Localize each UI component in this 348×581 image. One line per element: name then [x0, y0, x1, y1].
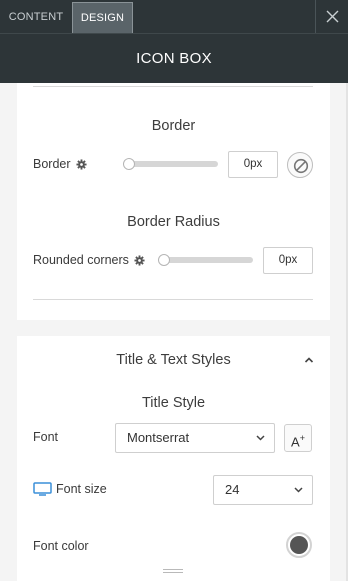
chevron-down-icon: [256, 435, 265, 441]
border-slider[interactable]: [123, 158, 218, 170]
divider: [33, 86, 313, 87]
border-label: Border: [33, 157, 71, 171]
title-text-section-title[interactable]: Title & Text Styles: [17, 352, 330, 368]
font-size-label-row: Font size: [33, 482, 107, 496]
rounded-slider[interactable]: [158, 254, 253, 266]
chevron-down-icon: [294, 487, 303, 493]
font-color-label: Font color: [33, 539, 89, 553]
border-card: Border Border 0px Border Radius Rounded …: [17, 83, 330, 320]
divider: [33, 299, 313, 300]
font-options-label: A: [291, 434, 300, 450]
border-slider-handle[interactable]: [123, 158, 135, 170]
font-size-value: 24: [225, 482, 240, 497]
chevron-up-icon[interactable]: [304, 356, 314, 364]
font-color-fill: [290, 536, 308, 554]
title-style-subtitle: Title Style: [141, 395, 206, 411]
font-select-value: Montserrat: [127, 430, 190, 445]
no-entry-icon: [293, 158, 309, 174]
font-select[interactable]: Montserrat: [115, 423, 275, 453]
gear-icon[interactable]: [75, 159, 87, 170]
panel-title: ICON BOX: [136, 50, 212, 67]
rounded-value-input[interactable]: 0px: [263, 247, 313, 274]
monitor-icon[interactable]: [33, 482, 52, 496]
radius-section-title: Border Radius: [127, 214, 220, 230]
border-section-title: Border: [151, 118, 196, 134]
font-options-plus: +: [299, 433, 305, 443]
font-options-button[interactable]: A+: [284, 424, 312, 452]
close-button[interactable]: [315, 0, 348, 33]
font-label: Font: [33, 430, 59, 444]
tab-content[interactable]: CONTENT: [0, 2, 72, 33]
border-none-button[interactable]: [287, 152, 313, 178]
top-bar: CONTENT DESIGN: [0, 0, 348, 33]
border-label-row: Border: [33, 157, 87, 171]
panel-header: ICON BOX: [0, 33, 348, 83]
close-icon: [326, 10, 339, 23]
rounded-slider-handle[interactable]: [158, 254, 170, 266]
font-size-select[interactable]: 24: [213, 475, 313, 505]
font-size-label: Font size: [56, 482, 107, 496]
rounded-corners-label: Rounded corners: [33, 253, 129, 267]
gear-icon[interactable]: [134, 255, 145, 266]
resize-handle[interactable]: [163, 569, 183, 575]
tab-design[interactable]: DESIGN: [72, 2, 133, 33]
font-color-swatch[interactable]: [286, 532, 312, 558]
rounded-label-row: Rounded corners: [33, 253, 145, 267]
border-value-input[interactable]: 0px: [228, 151, 278, 178]
title-text-styles-card: Title & Text Styles Title Style Font Mon…: [17, 336, 330, 581]
